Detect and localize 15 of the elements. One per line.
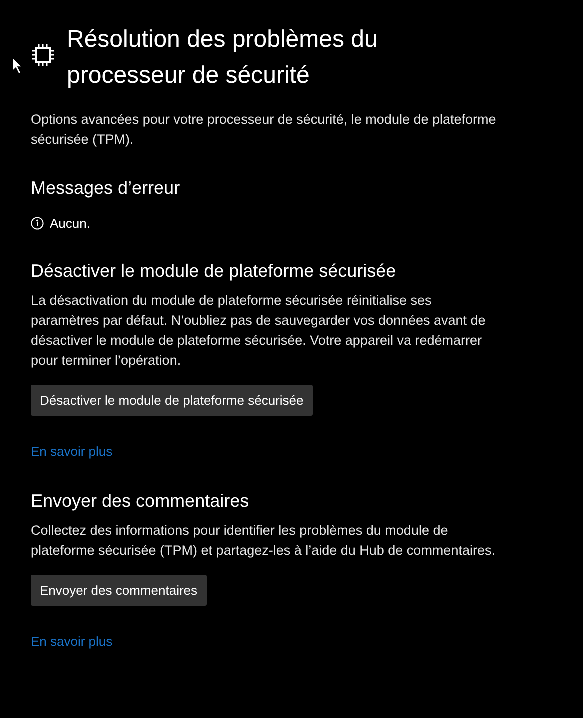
section-description: La désactivation du module de plateforme sécurisée réinitialise ses paramètres par défaut. N’oubliez pas de sauvegarder vos données avant de désactiver le module de plateforme sécurisée. Votre appareil va redémarrer pour terminer l’opération. [31,292,487,370]
section-heading: Messages d’erreur [31,177,182,200]
info-icon [31,217,44,230]
learn-more-link[interactable]: En savoir plus [31,444,113,459]
section-description: Collectez des informations pour identifier les problèmes du module de plateforme sécurisée (TPM) et partagez-les à l’aide du Hub de commentaires. [31,522,496,560]
section-heading: Désactiver le module de plateforme sécurisée [31,260,398,283]
page-description: Options avancées pour votre processeur de sécurité, le module de plateforme sécurisée (TPM). [31,111,498,149]
error-message: Aucun. [50,216,90,231]
action-button[interactable]: Envoyer des commentaires [31,575,207,606]
section-heading: Envoyer des commentaires [31,490,250,513]
learn-more-link[interactable]: En savoir plus [31,634,113,649]
action-button[interactable]: Désactiver le module de plateforme sécurisée [31,385,313,416]
chip-icon [31,43,55,67]
mouse-pointer-icon [13,58,23,74]
page-title: Résolution des problèmes du processeur de sécurité [67,25,379,91]
